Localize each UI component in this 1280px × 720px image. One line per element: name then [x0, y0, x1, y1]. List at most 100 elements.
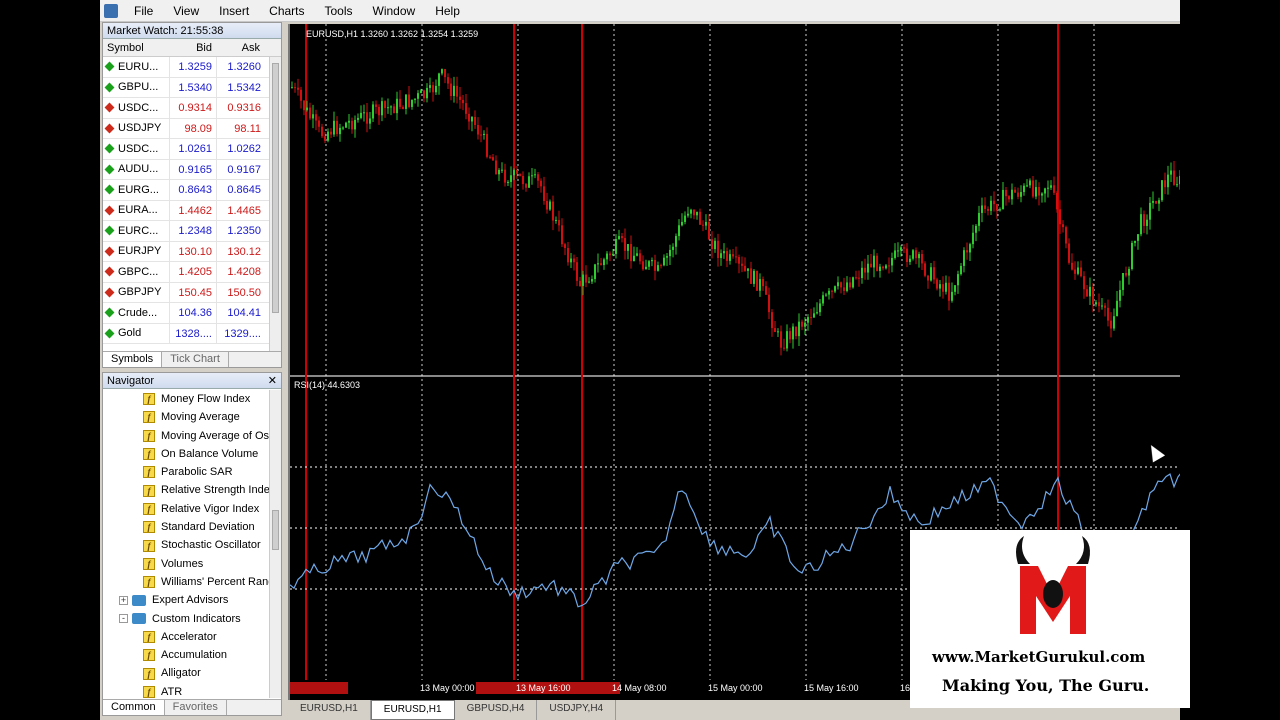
- ask-cell: 0.9167: [216, 159, 265, 179]
- menu-view[interactable]: View: [163, 4, 209, 18]
- menu-charts[interactable]: Charts: [259, 4, 314, 18]
- expand-icon[interactable]: +: [119, 595, 128, 605]
- candle-body: [498, 170, 500, 175]
- candle-body: [1029, 180, 1031, 186]
- candle-body: [381, 101, 383, 116]
- navigator-item[interactable]: f Stochastic Oscillator: [103, 536, 269, 554]
- navigator-item-label: Accelerator: [161, 630, 217, 643]
- market-watch-scrollbar[interactable]: [269, 57, 281, 353]
- chart-tab-gbpusd-h4[interactable]: GBPUSD,H4: [455, 700, 538, 720]
- candle-body: [666, 256, 668, 258]
- candle-body: [783, 347, 785, 349]
- candle-body: [960, 265, 962, 275]
- menu-tools[interactable]: Tools: [315, 4, 363, 18]
- navigator-item[interactable]: f Parabolic SAR: [103, 463, 269, 481]
- navigator-item[interactable]: f Relative Vigor Index: [103, 500, 269, 518]
- candle-body: [366, 112, 368, 124]
- candle-body: [795, 326, 797, 337]
- price-down-icon: [104, 102, 115, 113]
- candle-body: [318, 120, 320, 127]
- candle-body: [993, 200, 995, 205]
- market-watch-row[interactable]: USDC... 0.9314 0.9316: [103, 98, 269, 119]
- market-watch-row[interactable]: Gold 1328.... 1329....: [103, 323, 269, 344]
- candle-body: [921, 254, 923, 264]
- menu-help[interactable]: Help: [425, 4, 470, 18]
- price-up-icon: [104, 307, 115, 318]
- candle-body: [873, 255, 875, 268]
- navigator-item[interactable]: f Alligator: [103, 664, 269, 682]
- menu-insert[interactable]: Insert: [209, 4, 259, 18]
- navigator-item[interactable]: f Accumulation: [103, 646, 269, 664]
- close-icon[interactable]: ✕: [268, 373, 277, 389]
- navigator-item[interactable]: f On Balance Volume: [103, 445, 269, 463]
- candle-body: [543, 186, 545, 201]
- scrollbar-thumb[interactable]: [272, 63, 279, 313]
- menu-bar: File View Insert Charts Tools Window Hel…: [100, 0, 1180, 22]
- candle-body: [1092, 286, 1094, 305]
- navigator-item[interactable]: f Money Flow Index: [103, 390, 269, 408]
- navigator-item[interactable]: f Moving Average: [103, 408, 269, 426]
- menu-file[interactable]: File: [124, 4, 163, 18]
- candle-body: [315, 114, 317, 121]
- candle-body: [714, 240, 716, 250]
- column-symbol[interactable]: Symbol: [103, 39, 169, 56]
- market-watch-row[interactable]: EURA... 1.4462 1.4465: [103, 200, 269, 221]
- market-watch-row[interactable]: EURJPY 130.10 130.12: [103, 241, 269, 262]
- navigator-item[interactable]: - Custom Indicators: [103, 610, 269, 628]
- candle-body: [345, 122, 347, 128]
- ask-cell: 104.41: [216, 303, 265, 323]
- market-watch-row[interactable]: AUDU... 0.9165 0.9167: [103, 159, 269, 180]
- navigator-scrollbar[interactable]: [269, 390, 281, 698]
- ask-cell: 130.12: [216, 241, 265, 261]
- market-watch-row[interactable]: EURC... 1.2348 1.2350: [103, 221, 269, 242]
- tab-tick-chart[interactable]: Tick Chart: [162, 352, 229, 367]
- chart-tab-eurusd-h1-active[interactable]: EURUSD,H1: [370, 700, 455, 720]
- market-watch-row[interactable]: GBPJPY 150.45 150.50: [103, 282, 269, 303]
- chart-tab-eurusd-h1[interactable]: EURUSD,H1: [288, 700, 371, 720]
- candle-body: [1179, 175, 1180, 185]
- market-watch-row[interactable]: USDJPY 98.09 98.11: [103, 118, 269, 139]
- candle-body: [414, 98, 416, 100]
- candle-body: [399, 98, 401, 107]
- folder-icon: [132, 594, 146, 606]
- collapse-icon[interactable]: -: [119, 614, 128, 624]
- candle-body: [555, 219, 557, 221]
- candle-body: [1080, 267, 1082, 277]
- candle-body: [726, 251, 728, 261]
- column-bid[interactable]: Bid: [169, 39, 216, 56]
- market-watch-row[interactable]: EURU... 1.3259 1.3260: [103, 57, 269, 78]
- navigator-item[interactable]: + Expert Advisors: [103, 591, 269, 609]
- candle-body: [402, 106, 404, 109]
- candle-body: [357, 117, 359, 120]
- market-watch-row[interactable]: USDC... 1.0261 1.0262: [103, 139, 269, 160]
- tab-favorites[interactable]: Favorites: [165, 700, 227, 715]
- candle-body: [459, 96, 461, 100]
- ask-cell: 1.0262: [216, 139, 265, 159]
- candle-body: [1110, 320, 1112, 329]
- candle-body: [825, 294, 827, 296]
- menu-window[interactable]: Window: [363, 4, 426, 18]
- tab-common[interactable]: Common: [103, 700, 165, 715]
- candle-body: [678, 225, 680, 237]
- navigator-item[interactable]: f Moving Average of Oscillator: [103, 427, 269, 445]
- navigator-item[interactable]: f Standard Deviation: [103, 518, 269, 536]
- navigator-item[interactable]: f Volumes: [103, 555, 269, 573]
- market-watch-row[interactable]: Crude... 104.36 104.41: [103, 303, 269, 324]
- market-watch-row[interactable]: GBPU... 1.5340 1.5342: [103, 77, 269, 98]
- tab-symbols[interactable]: Symbols: [103, 352, 163, 367]
- bid-cell: 104.36: [169, 303, 216, 323]
- chart-tab-usdjpy-h4[interactable]: USDJPY,H4: [537, 700, 617, 720]
- navigator-item[interactable]: f Relative Strength Index: [103, 481, 269, 499]
- symbol-cell: GBPC...: [103, 262, 169, 282]
- indicator-icon: f: [143, 448, 155, 461]
- market-watch-row[interactable]: EURG... 0.8643 0.8645: [103, 180, 269, 201]
- indicator-icon: f: [143, 631, 155, 643]
- navigator-item[interactable]: f Accelerator: [103, 628, 269, 646]
- column-ask[interactable]: Ask: [216, 39, 264, 56]
- candle-body: [423, 90, 425, 99]
- price-down-icon: [104, 246, 115, 257]
- navigator-item[interactable]: f Williams' Percent Range: [103, 573, 269, 591]
- candle-body: [822, 295, 824, 304]
- market-watch-row[interactable]: GBPC... 1.4205 1.4208: [103, 262, 269, 283]
- scrollbar-thumb[interactable]: [272, 510, 279, 550]
